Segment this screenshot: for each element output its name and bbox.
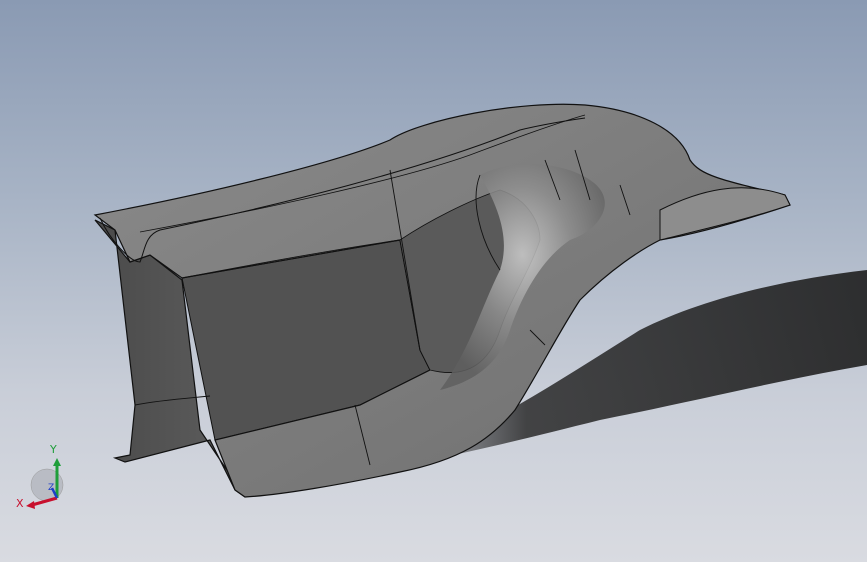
z-axis-label: Z xyxy=(48,483,55,493)
y-axis-label: Y xyxy=(50,443,57,456)
graphics-viewport[interactable]: Y Z X xyxy=(0,0,867,562)
x-axis-label: X xyxy=(16,497,24,510)
3d-model-view[interactable] xyxy=(0,0,867,562)
